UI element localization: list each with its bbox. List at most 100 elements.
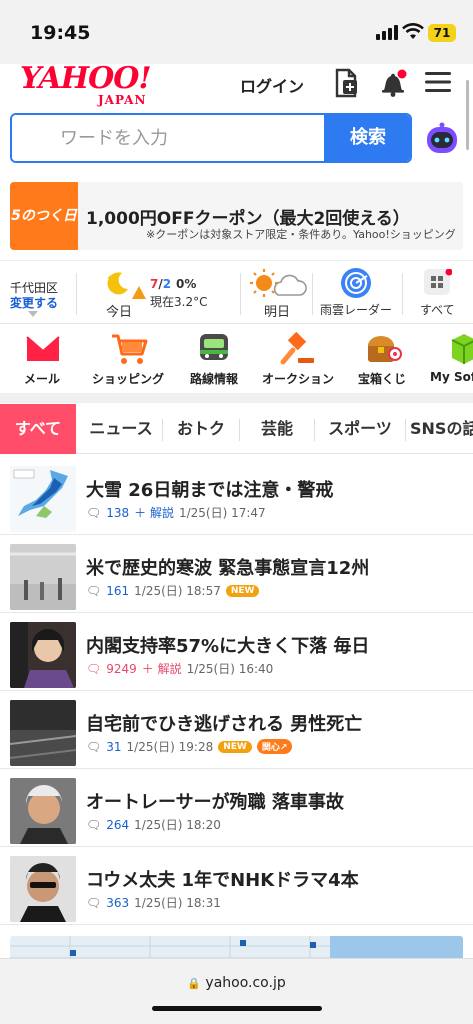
card-add-icon[interactable] <box>333 68 359 98</box>
coupon-badge: 5のつく日 <box>10 182 78 250</box>
news-date: 1/25(日) 18:57 <box>134 584 221 598</box>
moon-icon <box>107 272 128 295</box>
news-title: 大雪 26日朝までは注意・警戒 <box>86 480 334 501</box>
news-date: 1/25(日) 18:20 <box>134 818 221 832</box>
precip-chance: 0% <box>176 277 197 291</box>
service-mail[interactable]: メール <box>4 330 80 392</box>
url-display[interactable]: 🔒 yahoo.co.jp <box>0 975 473 991</box>
comment-count: 138 <box>106 505 130 520</box>
service-treasure-lottery[interactable]: 宝箱くじ <box>344 330 420 392</box>
rain-radar[interactable]: 雨雲レーダー <box>314 261 400 325</box>
news-item[interactable]: コウメ太夫 1年でNHKドラマ4本 🗨 363 1/25(日) 18:31 <box>0 848 473 925</box>
news-item[interactable]: 自宅前でひき逃げされる 男性死亡 🗨 31 1/25(日) 19:28 NEW … <box>0 692 473 769</box>
browser-address-bar[interactable]: 🔒 yahoo.co.jp <box>0 958 473 1024</box>
gavel-icon <box>280 332 314 365</box>
comment-count: 264 <box>106 817 130 832</box>
service-auction[interactable]: オークション <box>256 330 340 392</box>
comment-icon: 🗨 <box>86 895 102 910</box>
new-badge: NEW <box>218 740 252 753</box>
change-location-link[interactable]: 変更する <box>10 294 58 311</box>
commentary-label: ＋ 解説 <box>141 662 182 676</box>
mail-icon <box>26 336 60 361</box>
grid-icon <box>424 269 452 295</box>
lock-icon: 🔒 <box>187 977 201 990</box>
bell-icon[interactable] <box>378 68 408 98</box>
treasure-icon <box>368 336 402 362</box>
status-bar: 19:45 71 <box>0 0 473 64</box>
news-date: 1/25(日) 18:31 <box>134 896 221 910</box>
news-title: 自宅前でひき逃げされる 男性死亡 <box>86 714 363 735</box>
comment-count: 363 <box>106 895 130 910</box>
tab-entertainment[interactable]: 芸能 <box>243 404 311 454</box>
news-thumbnail <box>10 700 76 766</box>
signal-icon <box>376 25 398 40</box>
service-transit[interactable]: 路線情報 <box>176 330 252 392</box>
news-title: 米で歴史的寒波 緊急事態宣言12州 <box>86 558 370 579</box>
coupon-banner[interactable]: 5のつく日 1,000円OFFクーポン（最大2回使える） ※クーポンは対象ストア… <box>10 182 463 250</box>
news-thumbnail <box>10 856 76 922</box>
weather-row: 千代田区 変更する 今日 7/2 0% 現在3.2°C 明日 雨雲レーダー すべ… <box>0 260 473 324</box>
current-temp: 現在3.2°C <box>150 295 208 309</box>
news-thumbnail <box>10 544 76 610</box>
news-item[interactable]: 大雪 26日朝までは注意・警戒 🗨 138 ＋ 解説 1/25(日) 17:47 <box>0 458 473 535</box>
tab-deals[interactable]: おトク <box>166 404 236 454</box>
status-time: 19:45 <box>30 22 91 44</box>
radar-icon <box>341 268 371 298</box>
section-divider <box>0 393 473 403</box>
news-thumbnail <box>10 622 76 688</box>
news-meta: 🗨 161 1/25(日) 18:57 NEW <box>86 582 260 599</box>
sun-cloud-icon <box>250 269 307 297</box>
news-meta: 🗨 363 1/25(日) 18:31 <box>86 894 221 911</box>
comment-count: 31 <box>106 739 122 754</box>
scroll-indicator[interactable] <box>466 80 469 150</box>
tab-sns[interactable]: SNSの話 <box>410 404 473 454</box>
login-link[interactable]: ログイン <box>240 73 304 97</box>
assistant-icon[interactable] <box>424 121 460 157</box>
service-shopping[interactable]: ショッピング <box>84 330 172 392</box>
caret-down-icon <box>28 311 38 317</box>
temp-range: 7/2 <box>150 277 172 291</box>
news-date: 1/25(日) 19:28 <box>126 740 214 754</box>
news-title: 内閣支持率57%に大きく下落 毎日 <box>86 636 370 657</box>
interest-badge: 関心↗ <box>256 739 293 754</box>
news-tabs: すべて ニュース おトク 芸能 スポーツ SNSの話 <box>0 404 473 454</box>
home-indicator[interactable] <box>152 1006 322 1011</box>
box-icon <box>451 334 473 364</box>
comment-icon: 🗨 <box>86 583 102 598</box>
news-date: 1/25(日) 16:40 <box>186 662 274 676</box>
search-button[interactable]: 検索 <box>324 115 410 161</box>
tab-news[interactable]: ニュース <box>82 404 160 454</box>
service-mysoft[interactable]: My Soft <box>424 330 473 392</box>
search-input[interactable] <box>12 115 324 161</box>
comment-icon: 🗨 <box>86 505 102 520</box>
weather-today[interactable]: 今日 7/2 0% 現在3.2°C <box>90 261 240 325</box>
comment-icon: 🗨 <box>86 661 102 676</box>
news-thumbnail <box>10 466 76 532</box>
news-item[interactable]: オートレーサーが殉職 落車事故 🗨 264 1/25(日) 18:20 <box>0 770 473 847</box>
all-services-button[interactable]: すべて <box>406 261 470 325</box>
news-item[interactable]: 内閣支持率57%に大きく下落 毎日 🗨 9249 ＋ 解説 1/25(日) 16… <box>0 614 473 691</box>
comment-count: 161 <box>106 583 130 598</box>
train-icon <box>200 334 228 360</box>
comment-icon: 🗨 <box>86 739 102 754</box>
site-header: YAHOO! JAPAN ログイン <box>0 64 473 108</box>
news-item[interactable]: 米で歴史的寒波 緊急事態宣言12州 🗨 161 1/25(日) 18:57 NE… <box>0 536 473 613</box>
weather-tomorrow[interactable]: 明日 <box>248 261 308 325</box>
news-meta: 🗨 138 ＋ 解説 1/25(日) 17:47 <box>86 504 266 521</box>
news-meta: 🗨 9249 ＋ 解説 1/25(日) 16:40 <box>86 660 273 677</box>
news-meta: 🗨 264 1/25(日) 18:20 <box>86 816 221 833</box>
battery-indicator: 71 <box>428 24 456 42</box>
tab-sports[interactable]: スポーツ <box>318 404 402 454</box>
tab-all[interactable]: すべて <box>0 404 76 454</box>
news-title: オートレーサーが殉職 落車事故 <box>86 792 344 813</box>
yahoo-logo[interactable]: YAHOO! JAPAN <box>20 64 152 107</box>
cart-icon <box>112 334 148 364</box>
warning-icon <box>132 286 146 299</box>
comment-count: 9249 <box>106 661 137 676</box>
comment-icon: 🗨 <box>86 817 102 832</box>
menu-icon[interactable] <box>424 70 452 94</box>
new-badge: NEW <box>225 584 260 597</box>
search-box: 検索 <box>10 113 412 163</box>
news-date: 1/25(日) 17:47 <box>178 506 266 520</box>
commentary-label: ＋ 解説 <box>134 506 174 520</box>
